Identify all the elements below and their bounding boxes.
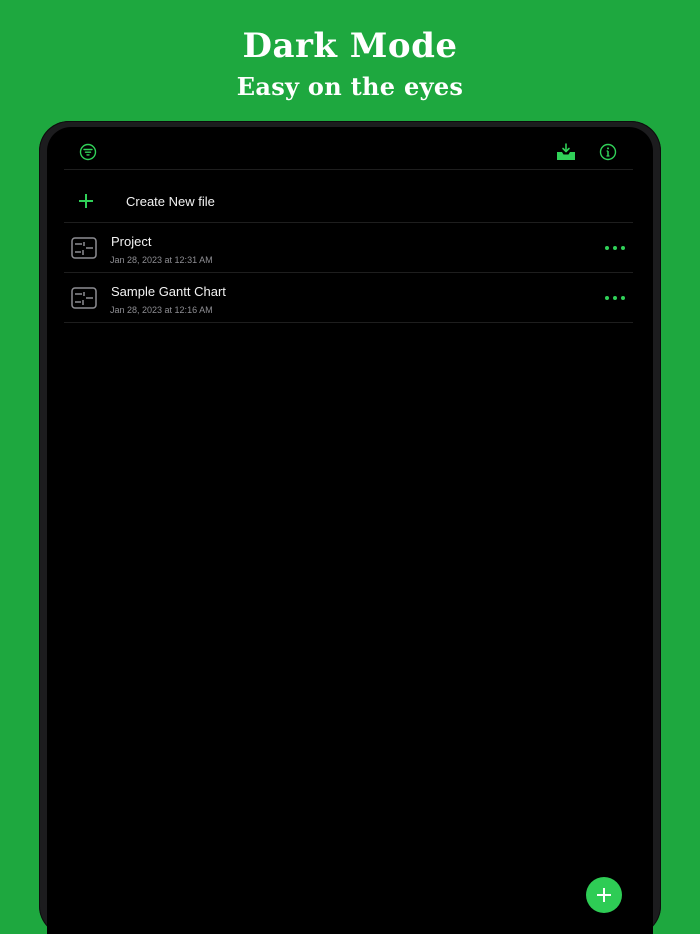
filter-icon: [79, 143, 97, 161]
more-options-button[interactable]: [605, 240, 625, 256]
gantt-file-icon: [71, 287, 97, 309]
info-icon: [599, 143, 617, 161]
hero-subtitle: Easy on the eyes: [236, 72, 464, 101]
more-options-button[interactable]: [605, 290, 625, 306]
plus-icon: [597, 888, 611, 902]
download-tray-icon: [557, 143, 575, 160]
create-new-file-row[interactable]: Create New file: [64, 175, 633, 227]
file-date: Jan 28, 2023 at 12:16 AM: [110, 305, 213, 315]
tablet-frame: Create New file Project Jan 28, 2023 at …: [39, 121, 661, 934]
file-date: Jan 28, 2023 at 12:31 AM: [110, 255, 213, 265]
more-dots-icon: [605, 246, 609, 250]
hero-title: Dark Mode: [242, 26, 458, 66]
more-dots-icon: [605, 296, 609, 300]
file-row[interactable]: Sample Gantt Chart Jan 28, 2023 at 12:16…: [64, 273, 633, 323]
filter-button[interactable]: [77, 141, 99, 163]
divider: [64, 169, 633, 170]
gantt-file-icon: [71, 237, 97, 259]
import-button[interactable]: [555, 141, 577, 163]
divider: [64, 322, 633, 323]
app-screen: Create New file Project Jan 28, 2023 at …: [47, 127, 653, 934]
file-name: Sample Gantt Chart: [111, 284, 226, 299]
file-name: Project: [111, 234, 152, 249]
create-new-file-label: Create New file: [126, 193, 215, 209]
file-row[interactable]: Project Jan 28, 2023 at 12:31 AM: [64, 223, 633, 273]
add-file-fab[interactable]: [586, 877, 622, 913]
info-button[interactable]: [597, 141, 619, 163]
toolbar: [47, 127, 653, 175]
plus-icon: [64, 192, 108, 210]
